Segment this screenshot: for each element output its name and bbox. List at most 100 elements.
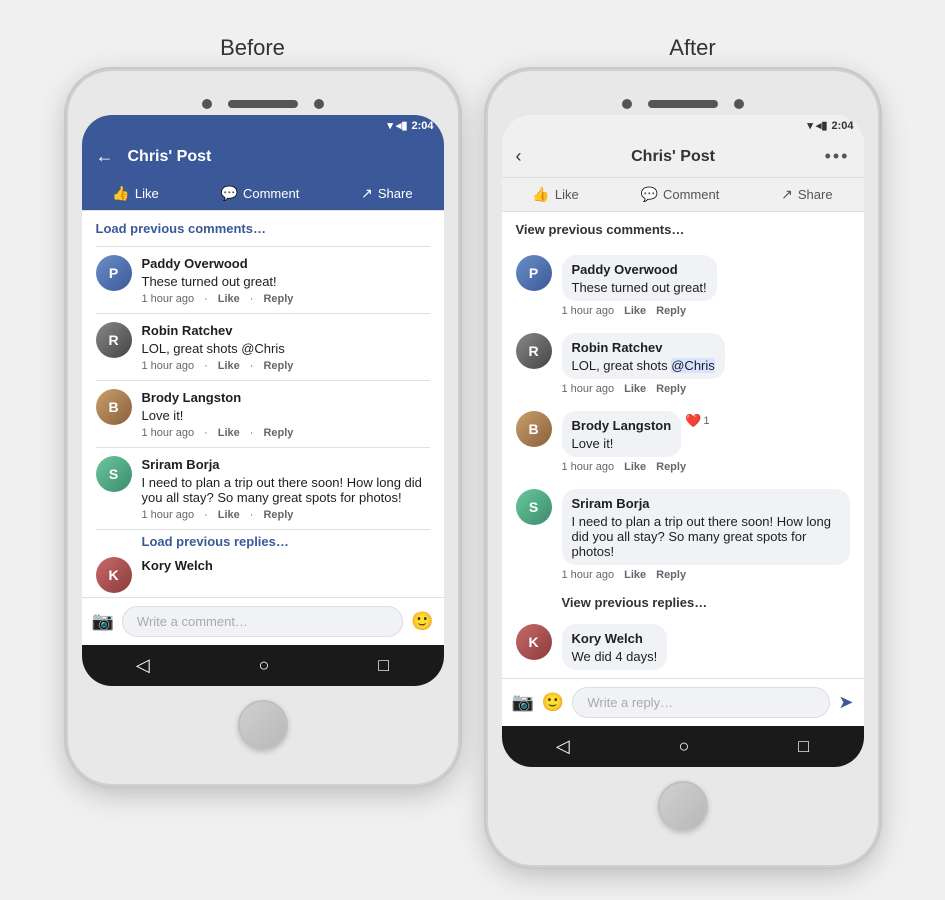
more-dots-after[interactable]: ••• — [825, 146, 850, 167]
phone-after: ▾ ◂▮ 2:04 ‹ Chris' Post ••• 👍 Like — [488, 71, 878, 865]
header-title-before: Chris' Post — [128, 148, 212, 166]
comment-name-kory-after: Kory Welch — [572, 631, 643, 646]
reply-link-sriram-before[interactable]: Reply — [263, 509, 293, 521]
back-arrow-before[interactable]: ← — [96, 146, 114, 167]
home-button-after[interactable] — [658, 781, 708, 831]
mention-chris: @Chris — [671, 358, 715, 373]
like-link-paddy-after[interactable]: Like — [624, 305, 646, 317]
comment-robin-before: R Robin Ratchev LOL, great shots @Chris … — [82, 314, 444, 380]
heart-icon: ❤️ — [685, 413, 701, 429]
comment-actions-brody-after: 1 hour ago Like Reply — [562, 461, 850, 473]
back-arrow-after[interactable]: ‹ — [516, 146, 522, 167]
like-link-paddy-before[interactable]: Like — [218, 293, 240, 305]
phone-bottom-before — [82, 686, 444, 756]
comment-brody-after: B Brody Langston Love it! ❤️ 1 — [502, 403, 864, 481]
comment-bubble-sriram-after: Sriram Borja I need to plan a trip out t… — [562, 489, 850, 565]
input-bar-after: 📷 🙂 Write a reply… ➤ — [502, 678, 864, 726]
comment-name-robin-before: Robin Ratchev — [142, 323, 233, 338]
comment-text-paddy-before: These turned out great! — [142, 274, 430, 289]
send-icon-after[interactable]: ➤ — [838, 692, 853, 713]
like-btn-after[interactable]: 👍 Like — [532, 186, 578, 203]
camera-dot-before — [202, 99, 212, 109]
load-previous-before[interactable]: Load previous comments… — [82, 211, 444, 246]
comment-actions-robin-before: 1 hour ago · Like · Reply — [142, 360, 430, 372]
emoji-icon-after[interactable]: 🙂 — [542, 692, 564, 713]
page-wrapper: Before After ▾ ◂▮ 2:04 — [0, 15, 945, 885]
like-link-sriram-before[interactable]: Like — [218, 509, 240, 521]
avatar-sriram-after: S — [516, 489, 552, 525]
comment-text-paddy-after: These turned out great! — [572, 280, 707, 295]
load-replies-before[interactable]: Load previous replies… — [82, 530, 444, 553]
phone-inner-after: ▾ ◂▮ 2:04 ‹ Chris' Post ••• 👍 Like — [502, 115, 864, 767]
bottom-nav-before: ◁ ○ □ — [82, 645, 444, 686]
comment-sriram-after: S Sriram Borja I need to plan a trip out… — [502, 481, 864, 589]
avatar-robin-before: R — [96, 322, 132, 358]
camera-icon-after[interactable]: 📷 — [512, 692, 534, 713]
like-link-sriram-after[interactable]: Like — [624, 569, 646, 581]
comment-body-kory-after: Kory Welch We did 4 days! — [562, 624, 850, 670]
comment-icon-after: 💬 — [641, 186, 658, 203]
comment-name-brody-after: Brody Langston — [572, 418, 672, 433]
comment-body-robin-after: Robin Ratchev LOL, great shots @Chris 1 … — [562, 333, 850, 395]
time-paddy-before: 1 hour ago — [142, 293, 195, 305]
action-bar-after: 👍 Like 💬 Comment ↗ Share — [502, 178, 864, 212]
reply-link-sriram-after[interactable]: Reply — [656, 569, 686, 581]
reply-link-robin-before[interactable]: Reply — [263, 360, 293, 372]
camera-icon-before[interactable]: 📷 — [92, 611, 114, 632]
comment-bubble-brody-after: Brody Langston Love it! — [562, 411, 682, 457]
camera-right-before — [314, 99, 324, 109]
signal-icon-after: ◂▮ — [816, 119, 828, 132]
comment-body-sriram-before: Sriram Borja I need to plan a trip out t… — [142, 456, 430, 521]
nav-back-after[interactable]: ◁ — [556, 736, 570, 757]
home-button-before[interactable] — [238, 700, 288, 750]
phone-top-before — [82, 89, 444, 115]
comment-bubble-paddy-after: Paddy Overwood These turned out great! — [562, 255, 717, 301]
share-btn-before[interactable]: ↗ Share — [361, 185, 412, 202]
reply-link-brody-before[interactable]: Reply — [263, 427, 293, 439]
avatar-robin-after: R — [516, 333, 552, 369]
bottom-nav-after: ◁ ○ □ — [502, 726, 864, 767]
like-icon-after: 👍 — [532, 186, 549, 203]
comment-body-paddy-before: Paddy Overwood These turned out great! 1… — [142, 255, 430, 305]
load-previous-after[interactable]: View previous comments… — [502, 212, 864, 247]
comment-actions-sriram-before: 1 hour ago · Like · Reply — [142, 509, 430, 521]
app-header-after: ‹ Chris' Post ••• — [502, 136, 864, 178]
comment-name-sriram-before: Sriram Borja — [142, 457, 220, 472]
comment-input-before[interactable]: Write a comment… — [122, 606, 403, 637]
avatar-brody-before: B — [96, 389, 132, 425]
share-icon-after: ↗ — [781, 186, 793, 203]
comment-actions-sriram-after: 1 hour ago Like Reply — [562, 569, 850, 581]
time-before: 2:04 — [411, 120, 433, 132]
comment-btn-after[interactable]: 💬 Comment — [641, 186, 720, 203]
like-btn-before[interactable]: 👍 Like — [112, 185, 158, 202]
like-link-brody-before[interactable]: Like — [218, 427, 240, 439]
comment-btn-before[interactable]: 💬 Comment — [221, 185, 300, 202]
wifi-icon-before: ▾ — [387, 119, 393, 132]
comment-text-robin-after: LOL, great shots @Chris — [572, 358, 715, 373]
like-link-brody-after[interactable]: Like — [624, 461, 646, 473]
nav-square-after[interactable]: □ — [798, 736, 809, 757]
comment-name-paddy-before: Paddy Overwood — [142, 256, 248, 271]
avatar-kory-after: K — [516, 624, 552, 660]
phone-before: ▾ ◂▮ 2:04 ← Chris' Post 👍 Like — [68, 71, 458, 784]
emoji-icon-before[interactable]: 🙂 — [411, 611, 433, 632]
time-after: 2:04 — [831, 120, 853, 132]
comparison-labels: Before After — [33, 35, 913, 61]
avatar-sriram-before: S — [96, 456, 132, 492]
nav-home-before[interactable]: ○ — [259, 655, 270, 676]
comment-body-brody-after: Brody Langston Love it! ❤️ 1 1 hour ago — [562, 411, 850, 473]
like-link-robin-before[interactable]: Like — [218, 360, 240, 372]
reply-link-robin-after[interactable]: Reply — [656, 383, 686, 395]
share-btn-after[interactable]: ↗ Share — [781, 186, 832, 203]
reply-link-paddy-before[interactable]: Reply — [263, 293, 293, 305]
like-link-robin-after[interactable]: Like — [624, 383, 646, 395]
comments-area-before: Load previous comments… P Paddy Overwood… — [82, 211, 444, 597]
view-replies-after[interactable]: View previous replies… — [502, 589, 864, 616]
nav-home-after[interactable]: ○ — [679, 736, 690, 757]
reply-link-brody-after[interactable]: Reply — [656, 461, 686, 473]
comment-text-brody-after: Love it! — [572, 436, 672, 451]
nav-back-before[interactable]: ◁ — [136, 655, 150, 676]
reply-link-paddy-after[interactable]: Reply — [656, 305, 686, 317]
nav-square-before[interactable]: □ — [378, 655, 389, 676]
reply-input-after[interactable]: Write a reply… — [572, 687, 830, 718]
